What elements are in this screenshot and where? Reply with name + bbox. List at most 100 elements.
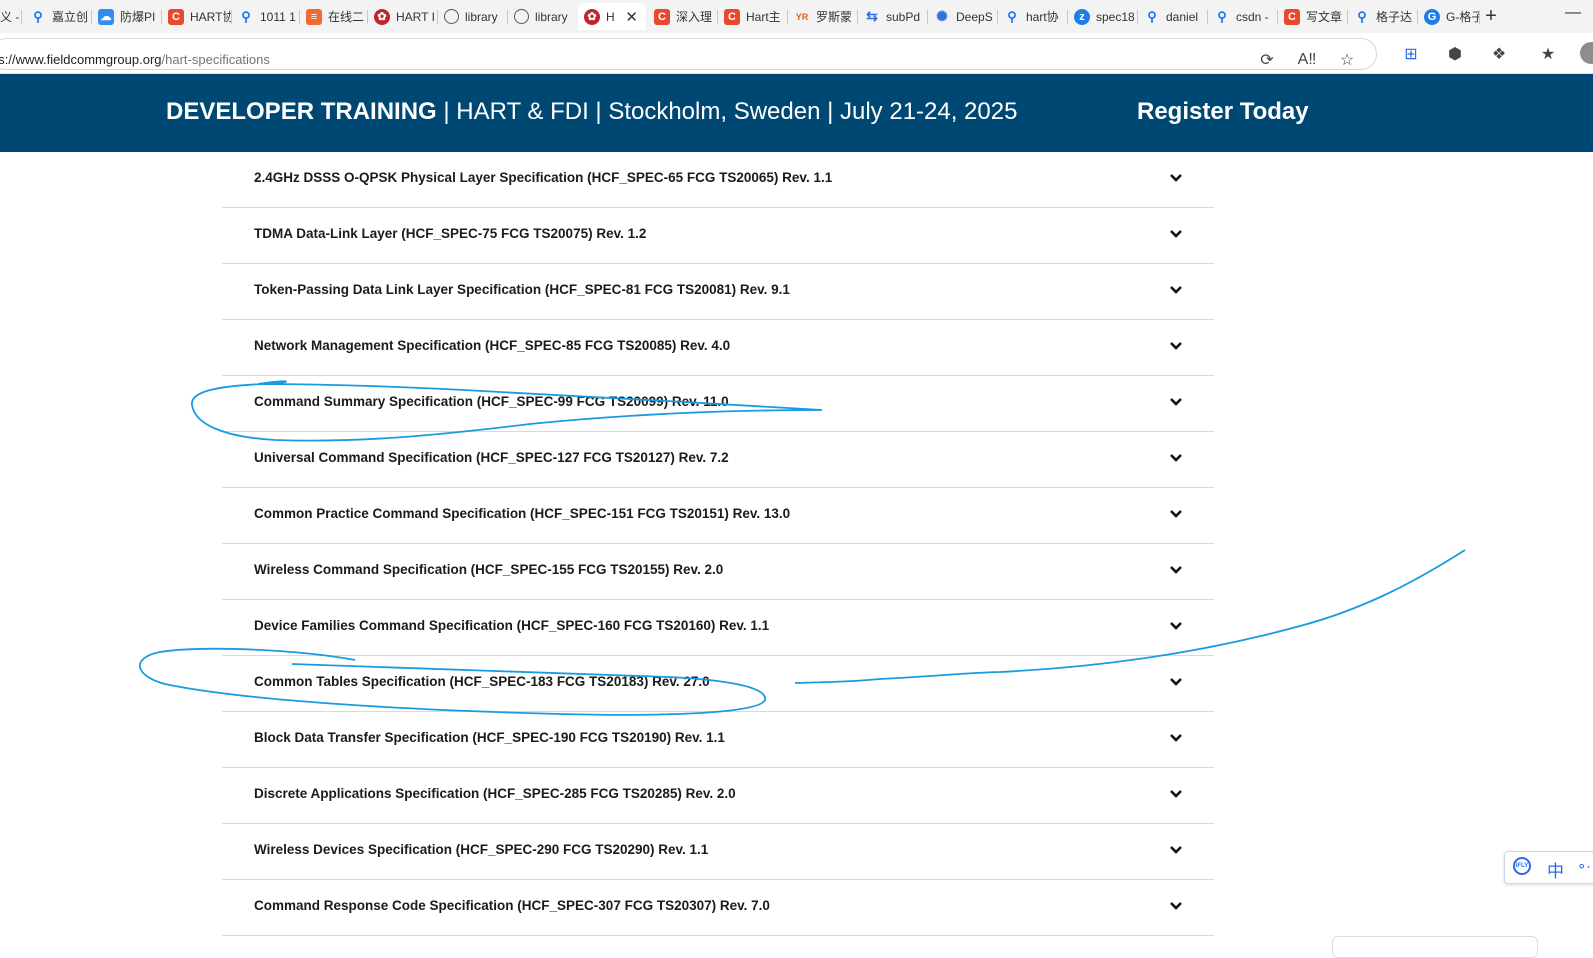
spec-item[interactable]: Wireless Devices Specification (HCF_SPEC… [222, 824, 1214, 880]
chevron-down-icon[interactable] [1168, 171, 1184, 185]
spec-title: Discrete Applications Specification (HCF… [254, 786, 736, 801]
browser-tab[interactable]: ⚲ 嘉立创 [24, 3, 92, 30]
register-today-link[interactable]: Register Today [1137, 98, 1309, 126]
chat-icon: ☁ [98, 8, 114, 25]
edge-refresh-icon[interactable]: ⟳ [1256, 49, 1278, 71]
browser-tab[interactable]: ⇆ subPd [858, 3, 928, 30]
spec-title: Network Management Specification (HCF_SP… [254, 338, 731, 353]
spec-item[interactable]: Common Practice Command Specification (H… [222, 488, 1214, 544]
fieldcomm-icon: ✿ [584, 8, 600, 25]
search-icon: ⚲ [1217, 8, 1227, 24]
csdn-icon: C [654, 8, 670, 25]
browser-tab[interactable]: G G-格子 [1418, 3, 1480, 30]
g-icon: G [1424, 8, 1440, 25]
tab-title: 深入理 [676, 10, 713, 24]
extensions-puzzle-icon[interactable]: ❖ [1488, 43, 1510, 65]
spec-item[interactable]: Command Summary Specification (HCF_SPEC-… [222, 376, 1214, 432]
tab-title: hart协 [1026, 10, 1059, 24]
minimize-button[interactable]: — [1565, 4, 1581, 22]
browser-tab[interactable]: library [438, 3, 508, 30]
spec-item[interactable]: Block Data Transfer Specification (HCF_S… [222, 712, 1214, 768]
spec-item[interactable]: Common Tables Specification (HCF_SPEC-18… [222, 656, 1214, 712]
spec-title: Command Response Code Specification (HCF… [254, 898, 770, 913]
ime-language-toggle[interactable]: 中 [1547, 857, 1564, 882]
spec-item[interactable]: 2.4GHz DSSS O-QPSK Physical Layer Specif… [222, 152, 1214, 208]
browser-tab[interactable]: z spec18 [1068, 3, 1138, 30]
ime-settings-icon[interactable]: ∘∙ [1577, 857, 1591, 875]
read-aloud-icon[interactable]: A‼ [1296, 49, 1318, 71]
chevron-down-icon[interactable] [1168, 283, 1184, 297]
spec-item[interactable]: Device Families Command Specification (H… [222, 600, 1214, 656]
deepseek-icon: ✺ [936, 8, 948, 24]
chevron-down-icon[interactable] [1168, 507, 1184, 521]
search-icon: ⚲ [1357, 8, 1367, 24]
tab-title: H [606, 9, 615, 24]
tab-title: 防爆PI [120, 10, 156, 24]
spec-item[interactable]: Universal Command Specification (HCF_SPE… [222, 432, 1214, 488]
browser-tab[interactable]: ✺ DeepS [928, 3, 998, 30]
browser-tab[interactable]: YR 罗斯蒙 [788, 3, 858, 30]
extension-shield-icon[interactable]: ⬢ [1444, 43, 1466, 65]
banner-rest: | HART & FDI | Stockholm, Sweden | July … [436, 98, 1018, 125]
browser-tab[interactable]: ⚲ 格子达 [1348, 3, 1418, 30]
bottom-floating-panel [1332, 936, 1538, 958]
chevron-down-icon[interactable] [1168, 675, 1184, 689]
chevron-down-icon[interactable] [1168, 563, 1184, 577]
spec-title: Wireless Devices Specification (HCF_SPEC… [254, 842, 709, 857]
browser-tab[interactable]: ⚲ csdn - [1208, 3, 1278, 30]
browser-tab[interactable]: C Hart主 [718, 3, 788, 30]
browser-tab[interactable]: ⚲ daniel [1138, 3, 1208, 30]
avatar[interactable] [1580, 42, 1593, 64]
banner-strong: DEVELOPER TRAINING [166, 98, 437, 125]
spec-item[interactable]: Wireless Command Specification (HCF_SPEC… [222, 544, 1214, 600]
chevron-down-icon[interactable] [1168, 395, 1184, 409]
url-path: /hart-specifications [161, 52, 270, 67]
browser-tab[interactable]: ☁ 防爆PI [92, 3, 162, 30]
tab-title: Hart主 [746, 10, 781, 24]
fieldcomm-icon: ✿ [374, 8, 390, 25]
chevron-down-icon[interactable] [1168, 619, 1184, 633]
url-text[interactable]: os://www.fieldcommgroup.org/hart-specifi… [0, 52, 270, 67]
spec-title: Token-Passing Data Link Layer Specificat… [254, 282, 790, 297]
csdn-icon: C [1284, 8, 1300, 25]
spec-item[interactable]: Token-Passing Data Link Layer Specificat… [222, 264, 1214, 320]
spec-title: TDMA Data-Link Layer (HCF_SPEC-75 FCG TS… [254, 226, 647, 241]
browser-tab[interactable]: 义 - [0, 3, 22, 30]
browser-tab[interactable]: C 写文章 [1278, 3, 1348, 30]
tab-title: 1011 1 [260, 9, 296, 24]
new-tab-button[interactable]: + [1478, 4, 1504, 28]
spec-item[interactable]: Discrete Applications Specification (HCF… [222, 768, 1214, 824]
search-icon: ⚲ [1147, 8, 1157, 24]
close-tab-icon[interactable]: ✕ [625, 8, 638, 26]
favorite-star-icon[interactable]: ☆ [1336, 49, 1358, 71]
browser-tab[interactable]: C HART协 [162, 3, 232, 30]
tab-title: subPd [886, 9, 921, 24]
globe-icon [444, 9, 459, 24]
chevron-down-icon[interactable] [1168, 451, 1184, 465]
browser-tab[interactable]: C 深入理 [648, 3, 718, 30]
browser-tab-active[interactable]: ✿ H ✕ [578, 3, 646, 30]
zhihu-icon: z [1074, 8, 1090, 25]
globe-icon [514, 9, 529, 24]
chevron-down-icon[interactable] [1168, 787, 1184, 801]
chevron-down-icon[interactable] [1168, 731, 1184, 745]
favorites-icon[interactable]: ★ [1537, 43, 1559, 65]
chevron-down-icon[interactable] [1168, 843, 1184, 857]
url-field[interactable]: os://www.fieldcommgroup.org/hart-specifi… [0, 38, 1377, 70]
browser-tab[interactable]: ⚲ hart协 [998, 3, 1068, 30]
browser-tab[interactable]: ≡ 在线二 [300, 3, 368, 30]
browser-tab[interactable]: library [508, 3, 576, 30]
spec-item[interactable]: Command Response Code Specification (HCF… [222, 880, 1214, 936]
tab-title: 嘉立创 [52, 10, 89, 24]
chevron-down-icon[interactable] [1168, 339, 1184, 353]
browser-tab[interactable]: ✿ HART I [368, 3, 438, 30]
browser-tab[interactable]: ⚲ 1011 1 [232, 3, 300, 30]
crop-icon[interactable]: ⊞ [1400, 43, 1422, 65]
address-bar: os://www.fieldcommgroup.org/hart-specifi… [0, 33, 1593, 74]
tab-title: library [535, 9, 568, 24]
spec-item[interactable]: Network Management Specification (HCF_SP… [222, 320, 1214, 376]
chevron-down-icon[interactable] [1168, 899, 1184, 913]
ifly-logo-icon[interactable]: iFLY [1513, 857, 1531, 875]
chevron-down-icon[interactable] [1168, 227, 1184, 241]
spec-item[interactable]: TDMA Data-Link Layer (HCF_SPEC-75 FCG TS… [222, 208, 1214, 264]
